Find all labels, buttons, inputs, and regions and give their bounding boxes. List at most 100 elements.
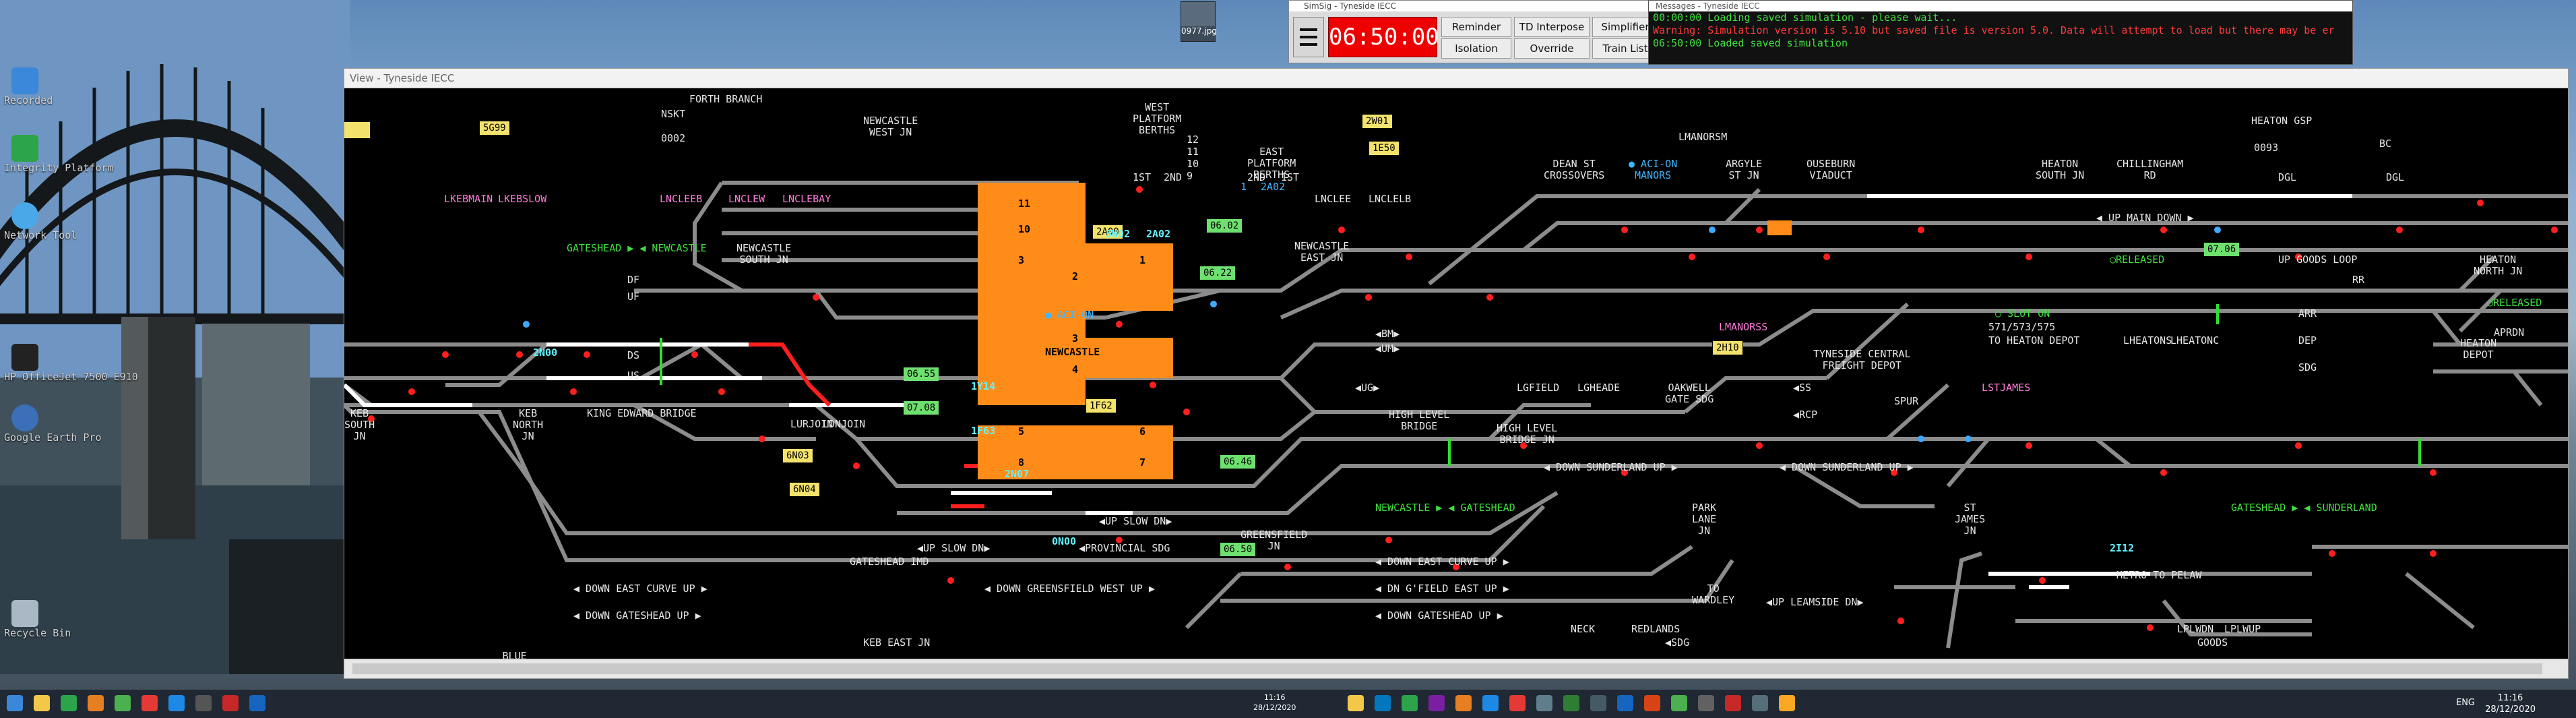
train-timer-box[interactable]: 07.08 xyxy=(904,401,939,415)
edge-icon[interactable] xyxy=(168,695,185,711)
message-line: 06:50:00 Loaded saved simulation xyxy=(1653,37,1848,49)
desktop-icon-hp-officejet[interactable]: HP OfficeJet 7500 E910 xyxy=(4,344,138,382)
firefox-icon[interactable] xyxy=(88,695,104,711)
simsig-icon[interactable] xyxy=(1563,695,1579,711)
desktop-icon-recycle-bin[interactable]: Recycle Bin xyxy=(4,600,71,638)
network-icon[interactable] xyxy=(1536,695,1552,711)
train-describer-berth[interactable]: 6N04 xyxy=(789,482,820,497)
whatsapp-icon[interactable] xyxy=(115,695,131,711)
track-label-to-wardley: TO WARDLEY xyxy=(1692,582,1735,606)
windows-start-icon[interactable] xyxy=(7,695,23,711)
firefox-icon[interactable] xyxy=(1455,695,1472,711)
track-label-up-goods-loop: UP GOODS LOOP xyxy=(2278,253,2358,266)
train-timer-box[interactable]: 07.06 xyxy=(2204,243,2240,256)
edge-icon[interactable] xyxy=(1482,695,1499,711)
word-icon[interactable] xyxy=(1617,695,1633,711)
chrome-icon[interactable] xyxy=(1509,695,1526,711)
train-headcode[interactable]: 1F63 xyxy=(971,425,995,437)
app-icon[interactable] xyxy=(1779,695,1795,711)
track-label-lplwup: LPLWUP xyxy=(2224,623,2261,635)
app-icon[interactable] xyxy=(195,695,212,711)
isolation-button[interactable]: Isolation xyxy=(1441,38,1511,59)
track-label-dean-st: DEAN ST CROSSOVERS xyxy=(1544,158,1605,181)
track-label-to-heaton-depot: TO HEATON DEPOT xyxy=(1988,334,2080,347)
train-describer-berth[interactable]: 2W01 xyxy=(1362,114,1393,129)
platform-number: 1 xyxy=(1139,254,1146,266)
train-headcode[interactable]: 2A02 xyxy=(1146,229,1170,240)
train-timer-box[interactable]: 06.22 xyxy=(1200,266,1236,280)
desktop-image-thumbnail[interactable]: 0977.jpg xyxy=(1181,1,1217,42)
excel-icon[interactable] xyxy=(1402,695,1418,711)
taskbar-clock[interactable]: 11:16 28/12/2020 xyxy=(2485,692,2536,715)
taskbar-clock-time: 11:16 xyxy=(2497,693,2523,703)
track-label-ug: ◀UG▶ xyxy=(1355,382,1380,394)
train-headcode[interactable]: 2N00 xyxy=(533,347,557,359)
track-label-down-east-curve-up-1: ◀ DOWN EAST CURVE UP ▶ xyxy=(573,582,708,595)
app-icon[interactable] xyxy=(1644,695,1660,711)
track-label-east-2nd: 2ND xyxy=(1247,171,1266,183)
horizontal-scrollbar[interactable] xyxy=(344,659,2568,678)
desktop-icon-recorded[interactable]: Recorded xyxy=(4,67,53,106)
desktop-icon-network-tool[interactable]: Network Tool xyxy=(4,202,77,241)
track-label-lnclelb: LNCLELB xyxy=(1369,193,1412,205)
train-timer-box[interactable]: 06.02 xyxy=(1207,219,1243,233)
acrobat-icon[interactable] xyxy=(222,695,239,711)
track-label-newcastle-west-jn: NEWCASTLE WEST JN xyxy=(863,115,918,138)
app-icon[interactable] xyxy=(1698,695,1714,711)
whatsapp-icon[interactable] xyxy=(1671,695,1687,711)
chrome-icon[interactable] xyxy=(142,695,158,711)
desktop-icon-label: Google Earth Pro xyxy=(4,431,102,444)
train-timer-box[interactable]: 06.50 xyxy=(1220,543,1256,556)
track-label-west-1st: 1ST xyxy=(1133,171,1152,183)
image-thumbnail-preview xyxy=(1181,2,1215,26)
td-interpose-button[interactable]: TD Interpose xyxy=(1514,17,1590,37)
message-log[interactable]: 00:00:00 Loading saved simulation - plea… xyxy=(1649,11,2352,50)
onenote-icon[interactable] xyxy=(1428,695,1445,711)
train-headcode[interactable]: 1Y14 xyxy=(971,381,995,392)
thumbnail-label: 0977.jpg xyxy=(1181,26,1217,36)
acrobat-icon[interactable] xyxy=(1725,695,1741,711)
track-label-bm: ◀BM▶ xyxy=(1375,328,1400,340)
file-explorer-icon[interactable] xyxy=(34,695,50,711)
outlook-icon[interactable] xyxy=(1375,695,1391,711)
train-headcode[interactable]: 2N07 xyxy=(1005,469,1029,480)
train-headcode[interactable]: 5W02 xyxy=(1106,229,1130,240)
train-timer-box[interactable]: 06.55 xyxy=(904,367,939,381)
override-button[interactable]: Override xyxy=(1514,38,1590,59)
platform-number: 12 xyxy=(1018,171,1031,183)
track-label-lkebslow: LKEBSLOW xyxy=(498,193,547,205)
track-label-dn-gfield-east-up: ◀ DN G'FIELD EAST UP ▶ xyxy=(1375,582,1509,595)
track-label-redlands: REDLANDS xyxy=(1631,623,1680,635)
hamburger-menu-button[interactable] xyxy=(1293,17,1324,57)
secondary-clock-date: 28/12/2020 xyxy=(1253,703,1296,712)
track-label-up-slow-dn-1: ◀UP SLOW DN▶ xyxy=(1099,515,1172,527)
desktop-icon-integrity[interactable]: Integrity Platform xyxy=(4,135,114,173)
track-label-provincial-sdg: ◀PROVINCIAL SDG xyxy=(1079,542,1170,554)
track-label-tyneside-central: TYNESIDE CENTRAL FREIGHT DEPOT xyxy=(1813,348,1911,371)
file-explorer-icon[interactable] xyxy=(1348,695,1364,711)
language-indicator[interactable]: ENG xyxy=(2456,698,2475,708)
train-describer-berth[interactable]: 6N03 xyxy=(782,448,813,463)
train-describer-berth[interactable]: 1F62 xyxy=(1086,398,1117,413)
track-label-slot-on: ○ SLOT ON xyxy=(1995,307,2050,320)
platform-number: NEWCASTLE xyxy=(1045,346,1100,358)
word-icon[interactable] xyxy=(249,695,265,711)
train-headcode[interactable]: 2I12 xyxy=(2110,543,2134,554)
train-describer-berth[interactable]: 1E50 xyxy=(1369,141,1400,156)
track-diagram[interactable]: 12 11 10 3 2 1 NEWCASTLE 3 4 5 6 8 7 12 11 10 9 1 2A02 FOR… xyxy=(344,88,2568,659)
reminder-button[interactable]: Reminder xyxy=(1441,17,1511,37)
train-timer-box[interactable]: 06.46 xyxy=(1220,455,1256,469)
train-describer-berth[interactable]: 2H10 xyxy=(1712,340,1743,355)
simsig-window-title: SimSig - Tyneside IECC xyxy=(1289,1,1680,11)
train-headcode[interactable]: 0N00 xyxy=(1052,536,1076,547)
desktop-icon-google-earth[interactable]: Google Earth Pro xyxy=(4,405,102,443)
message-line: Warning: Simulation version is 5.10 but … xyxy=(1653,24,2335,36)
excel-icon[interactable] xyxy=(61,695,77,711)
east-berth-number: 1 xyxy=(1240,181,1247,193)
scrollbar-thumb[interactable] xyxy=(352,663,2542,674)
platform-number: 5 xyxy=(1018,425,1025,438)
train-describer-berth[interactable]: 5G99 xyxy=(479,121,510,136)
app-icon[interactable] xyxy=(1752,695,1768,711)
track-label-ds: DS xyxy=(627,349,640,361)
calculator-icon[interactable] xyxy=(1590,695,1606,711)
